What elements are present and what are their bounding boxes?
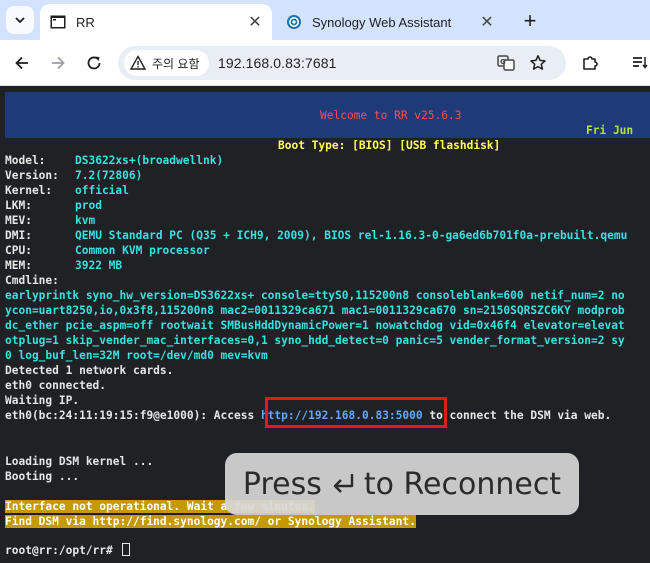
security-label: 주의 요함	[152, 56, 200, 71]
info-row-lkm: LKM: prod	[5, 199, 102, 212]
cmdline-line: otplug=1 skip_vender_mac_interfaces=0,1 …	[5, 334, 625, 347]
reload-button[interactable]	[80, 49, 108, 77]
info-row-cpu: CPU: Common KVM processor	[5, 244, 210, 257]
tab-synology-web-assistant[interactable]: Synology Web Assistant ✕	[278, 4, 504, 40]
info-row-cmdline: Cmdline:	[5, 274, 59, 287]
warning-icon	[130, 55, 146, 70]
translate-button[interactable]: G	[494, 51, 518, 75]
translate-icon: G	[497, 55, 515, 71]
cursor	[121, 543, 130, 556]
back-icon	[15, 56, 28, 70]
svg-text:G: G	[500, 58, 506, 66]
cmdline-line: dc_ether pcie_aspm=off rootwait SMBusHdd…	[5, 319, 625, 332]
dsm-link-highlight-box	[265, 397, 447, 428]
info-row-mem: MEM: 3922 MB	[5, 259, 123, 272]
reload-icon	[87, 56, 101, 70]
bookmark-star-button[interactable]	[526, 51, 550, 75]
welcome-text: Welcome to RR v25.6.3	[320, 109, 462, 122]
booting-line: Booting ...	[5, 470, 80, 483]
info-row-version: Version: 7.2(72806)	[5, 169, 143, 182]
reconnect-label: to Reconnect	[363, 466, 562, 502]
close-icon[interactable]: ✕	[476, 11, 498, 33]
back-button[interactable]	[8, 49, 36, 77]
boot-type-line: Boot Type: [BIOS] [USB flashdisk]	[278, 139, 501, 152]
browser-toolbar: 주의 요함 192.168.0.83:7681 G	[0, 40, 650, 86]
network-status-line: eth0 connected.	[5, 379, 107, 392]
info-row-mev: MEV: kvm	[5, 214, 96, 227]
network-status-line: Detected 1 network cards.	[5, 364, 174, 377]
forward-icon	[52, 56, 65, 70]
plus-icon: +	[523, 8, 537, 33]
info-row-model: Model: DS3622xs+(broadwellnk)	[5, 154, 224, 167]
extensions-icon	[583, 56, 598, 70]
cmdline-line: earlyprintk syno_hw_version=DS3622xs+ co…	[5, 289, 625, 302]
star-icon	[530, 55, 546, 70]
date-text: Fri Jun	[586, 124, 634, 137]
globe-icon	[287, 15, 301, 29]
info-row-kernel: Kernel: official	[5, 184, 129, 197]
warning-line: Find DSM via http://find.synology.com/ o…	[5, 515, 416, 528]
cmdline-line: 0 log_buf_len=32M root=/dev/md0 mev=kvm	[5, 349, 268, 362]
press-label: Press	[242, 466, 322, 502]
forward-button[interactable]	[44, 49, 72, 77]
extensions-button[interactable]	[576, 49, 604, 77]
reading-list-icon	[633, 57, 648, 69]
site-info-chip[interactable]: 주의 요함	[124, 50, 209, 76]
reconnect-overlay[interactable]: Press to Reconnect	[225, 453, 579, 515]
tab-title: Synology Web Assistant	[312, 14, 452, 30]
info-row-dmi: DMI: QEMU Standard PC (Q35 + ICH9, 2009),…	[5, 229, 628, 242]
chevron-down-icon	[15, 17, 25, 24]
tab-rr[interactable]: RR ✕	[40, 4, 272, 40]
address-bar[interactable]: 주의 요함 192.168.0.83:7681 G	[118, 46, 566, 80]
tab-title: RR	[76, 14, 95, 30]
tab-strip: RR ✕ Synology Web Assistant ✕ +	[0, 0, 650, 40]
shell-prompt[interactable]: root@rr:/opt/rr#	[5, 543, 130, 558]
close-icon[interactable]: ✕	[244, 11, 266, 33]
new-tab-button[interactable]: +	[516, 7, 544, 35]
url-text[interactable]: 192.168.0.83:7681	[218, 55, 336, 71]
terminal-icon	[50, 15, 66, 29]
reading-list-button[interactable]	[626, 49, 650, 77]
cmdline-line: ycon=uart8250,io,0x3f8,115200n8 mac2=001…	[5, 304, 625, 317]
network-status-line: Waiting IP.	[5, 394, 80, 407]
enter-key-icon	[333, 474, 354, 493]
tab-search-button[interactable]	[6, 6, 34, 34]
loading-line: Loading DSM kernel ...	[5, 455, 154, 468]
